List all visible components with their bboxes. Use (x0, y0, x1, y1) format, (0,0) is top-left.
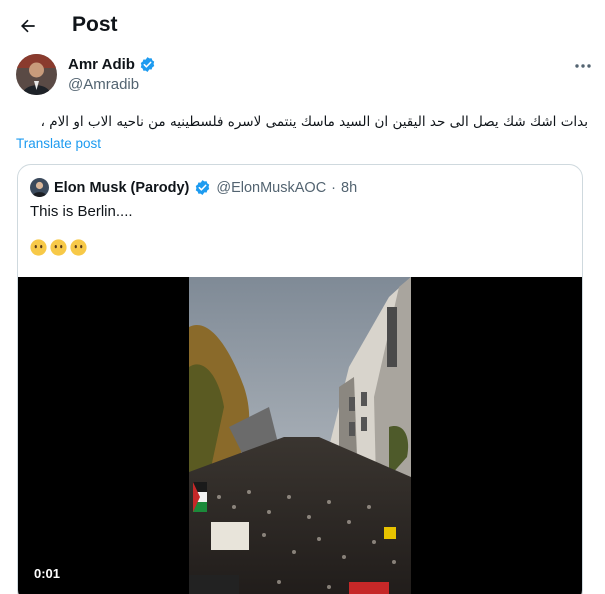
avatar[interactable] (16, 54, 57, 95)
separator-dot: · (331, 179, 337, 196)
page-title: Post (72, 13, 118, 36)
face-without-mouth-icon (50, 239, 67, 256)
more-options-button[interactable] (570, 56, 596, 76)
back-button[interactable] (12, 10, 44, 42)
quoted-author-name[interactable]: Elon Musk (Parody) (54, 180, 189, 196)
quoted-post[interactable]: Elon Musk (Parody) @ElonMuskAOC · 8h Thi… (17, 164, 583, 594)
emoji-row (30, 239, 87, 256)
author-name[interactable]: Amr Adib (68, 56, 156, 73)
quoted-post-text: This is Berlin.... (30, 203, 133, 220)
quoted-post-header: Elon Musk (Parody) @ElonMuskAOC · 8h (30, 178, 357, 197)
face-without-mouth-icon (70, 239, 87, 256)
post-header: Post (0, 0, 605, 52)
quoted-avatar[interactable] (30, 178, 49, 197)
quoted-post-time[interactable]: 8h (341, 180, 357, 196)
verified-badge-icon (196, 180, 210, 195)
video-duration-badge: 0:01 (28, 563, 67, 584)
translate-post-link[interactable]: Translate post (16, 136, 101, 151)
author-handle[interactable]: @Amradib (68, 76, 139, 93)
face-without-mouth-icon (30, 239, 47, 256)
quoted-author-handle[interactable]: @ElonMuskAOC (216, 180, 326, 196)
more-icon (575, 64, 591, 68)
video-thumbnail[interactable] (189, 277, 411, 594)
arrow-left-icon (21, 19, 35, 33)
post-author: Amr Adib @Amradib (16, 54, 596, 98)
post-text: بدات اشك شك يصل الى حد اليقين ان السيد م… (40, 114, 588, 130)
verified-badge-icon (140, 57, 155, 72)
video-player[interactable]: 0:01 (18, 277, 582, 594)
